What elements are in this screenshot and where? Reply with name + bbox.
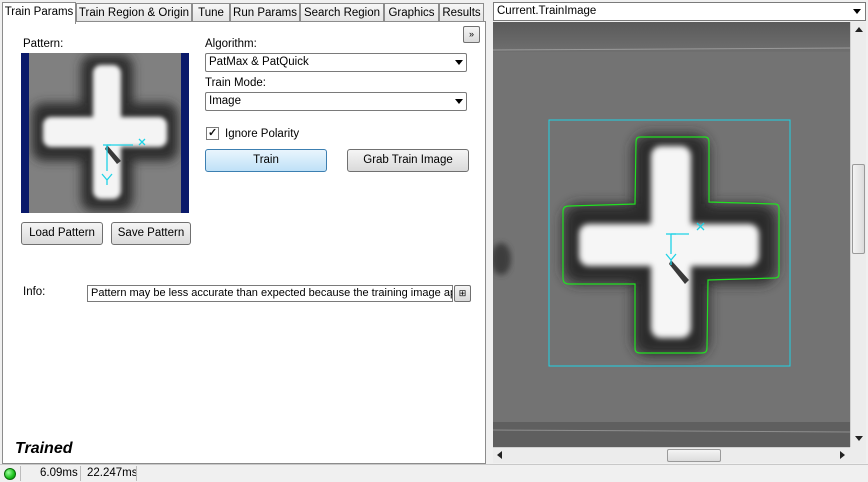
status-bar: 6.09ms 22.247ms bbox=[0, 464, 868, 482]
status-time-1: 6.09ms bbox=[40, 467, 78, 479]
tab-strip: Train Params Train Region & Origin Tune … bbox=[2, 2, 486, 24]
trained-status: Trained bbox=[15, 440, 73, 457]
dropdown-arrow-icon bbox=[455, 60, 463, 65]
scroll-right-icon[interactable] bbox=[840, 451, 845, 459]
status-separator bbox=[80, 466, 81, 481]
info-field[interactable]: Pattern may be less accurate than expect… bbox=[87, 285, 453, 302]
dropdown-arrow-icon bbox=[853, 9, 861, 14]
info-text: Pattern may be less accurate than expect… bbox=[91, 287, 453, 299]
image-selector-value: Current.TrainImage bbox=[497, 5, 597, 17]
status-time-2: 22.247ms bbox=[87, 467, 138, 479]
image-display[interactable] bbox=[493, 22, 850, 447]
vertical-scroll-thumb[interactable] bbox=[852, 164, 865, 254]
train-mode-select[interactable]: Image bbox=[205, 92, 467, 111]
train-mode-label: Train Mode: bbox=[205, 77, 266, 89]
tab-search-region[interactable]: Search Region bbox=[300, 3, 384, 22]
horizontal-scroll-thumb[interactable] bbox=[667, 449, 721, 462]
ignore-polarity-checkbox[interactable] bbox=[206, 126, 219, 140]
scroll-corner bbox=[850, 447, 866, 463]
algorithm-label: Algorithm: bbox=[205, 38, 257, 50]
status-led-icon bbox=[4, 468, 16, 480]
status-separator bbox=[20, 466, 21, 481]
status-separator bbox=[136, 466, 137, 481]
image-selector[interactable]: Current.TrainImage bbox=[493, 2, 866, 21]
train-mode-value: Image bbox=[209, 95, 241, 107]
tab-tune[interactable]: Tune bbox=[192, 3, 230, 22]
scroll-up-icon[interactable] bbox=[855, 27, 863, 32]
info-label: Info: bbox=[23, 286, 46, 298]
pattern-image bbox=[29, 53, 181, 213]
pattern-label: Pattern: bbox=[23, 38, 64, 50]
ignore-polarity-label[interactable]: Ignore Polarity bbox=[225, 128, 299, 140]
pattern-preview bbox=[21, 53, 189, 213]
chevron-down-icon: » bbox=[468, 29, 474, 39]
tab-run-params[interactable]: Run Params bbox=[230, 3, 300, 22]
scroll-left-icon[interactable] bbox=[497, 451, 502, 459]
tab-results[interactable]: Results bbox=[439, 3, 484, 22]
tab-train-region-origin[interactable]: Train Region & Origin bbox=[76, 3, 192, 22]
train-button[interactable]: Train bbox=[205, 149, 327, 172]
save-pattern-button[interactable]: Save Pattern bbox=[111, 222, 191, 245]
vertical-scrollbar[interactable] bbox=[850, 22, 866, 447]
expand-icon: ⊞ bbox=[458, 288, 467, 298]
train-params-panel: Pattern: Load Pattern Save Pattern » Alg… bbox=[2, 21, 486, 464]
scroll-down-icon[interactable] bbox=[855, 436, 863, 441]
tab-train-params[interactable]: Train Params bbox=[2, 2, 76, 24]
collapse-chevron-button[interactable]: » bbox=[463, 26, 480, 43]
horizontal-scrollbar[interactable] bbox=[493, 447, 850, 463]
load-pattern-button[interactable]: Load Pattern bbox=[21, 222, 103, 245]
info-expand-button[interactable]: ⊞ bbox=[454, 285, 471, 302]
dropdown-arrow-icon bbox=[455, 99, 463, 104]
algorithm-value: PatMax & PatQuick bbox=[209, 56, 309, 68]
tab-graphics[interactable]: Graphics bbox=[384, 3, 439, 22]
algorithm-select[interactable]: PatMax & PatQuick bbox=[205, 53, 467, 72]
grab-train-image-button[interactable]: Grab Train Image bbox=[347, 149, 469, 172]
